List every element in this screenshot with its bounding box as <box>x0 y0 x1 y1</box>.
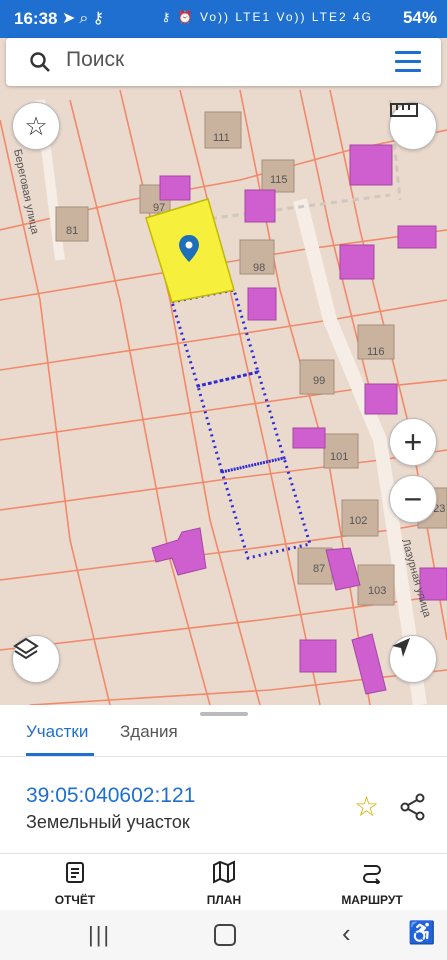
minus-icon: − <box>403 481 423 517</box>
sim1-signal-icon: Vo)) LTE1 <box>200 10 272 24</box>
share-icon[interactable] <box>400 793 426 821</box>
system-icons: ⚷ ⏰ Vo)) LTE1 Vo)) LTE2 4G <box>162 10 373 24</box>
route-label: МАРШРУТ <box>341 893 403 907</box>
house-number-102: 102 <box>349 515 367 527</box>
plan-label: ПЛАН <box>206 893 242 907</box>
key-icon: ⚷ <box>161 10 173 24</box>
home-icon[interactable] <box>214 924 236 946</box>
sim2-signal-icon: Vo)) LTE2 4G <box>276 10 373 24</box>
building <box>159 175 191 201</box>
key-icon: ⚷ <box>92 10 109 27</box>
star-outline-icon: ☆ <box>24 110 48 141</box>
search-input[interactable]: Поиск <box>66 48 124 72</box>
parcel-type: Земельный участок <box>26 812 190 832</box>
building <box>397 225 437 249</box>
house-number-99: 99 <box>313 375 325 387</box>
building <box>349 144 393 186</box>
layers-button[interactable] <box>12 635 60 683</box>
building <box>244 189 276 223</box>
house-number-81: 81 <box>66 225 78 237</box>
notification-icons: ➤⌕⚷ <box>62 8 108 28</box>
map-canvas: 111 115 97 81 98 116 99 101 102 123 87 1… <box>0 89 447 705</box>
route-icon <box>363 865 381 886</box>
building <box>151 527 207 576</box>
report-icon <box>66 862 84 883</box>
plan-button[interactable]: ПЛАН <box>174 860 274 907</box>
zoom-in-button[interactable]: + <box>389 418 437 466</box>
status-bar: 16:38 ➤⌕⚷ ⚷ ⏰ Vo)) LTE1 Vo)) LTE2 4G 54% <box>0 0 447 38</box>
favorite-map-button[interactable]: ☆ <box>12 102 60 150</box>
house-number-87: 87 <box>313 563 325 575</box>
route-button[interactable]: МАРШРУТ <box>322 860 422 907</box>
house-number-103: 103 <box>368 585 386 597</box>
hamburger-menu-icon[interactable] <box>395 51 421 73</box>
search-bar: Поиск <box>6 38 441 86</box>
ruler-icon <box>390 103 418 117</box>
action-bar: ОТЧЁТ ПЛАН МАРШРУТ <box>0 860 447 908</box>
tab-parcels[interactable]: Участки <box>26 722 88 742</box>
house-number-101: 101 <box>330 451 348 463</box>
telegram-icon: ➤ <box>62 10 80 27</box>
layers-icon <box>13 637 39 660</box>
house-number-111: 111 <box>213 132 230 144</box>
alarm-icon: ⏰ <box>177 10 195 24</box>
cadastral-number[interactable]: 39:05:040602:121 <box>26 784 195 808</box>
cadastral-map[interactable]: 111 115 97 81 98 116 99 101 102 123 87 1… <box>0 38 447 705</box>
house-number-98: 98 <box>253 262 265 274</box>
building <box>351 633 387 695</box>
search-icon: ⌕ <box>79 10 93 27</box>
house-number-115: 115 <box>270 174 288 186</box>
status-time: 16:38 <box>14 9 58 28</box>
map-plan-icon <box>213 860 235 884</box>
tabs-divider <box>0 756 447 757</box>
building <box>247 287 277 321</box>
plus-icon: + <box>403 424 423 460</box>
building <box>364 383 398 415</box>
search-icon[interactable] <box>28 50 52 74</box>
recent-apps-icon[interactable]: ||| <box>88 922 111 948</box>
accessibility-icon[interactable]: ♿ <box>408 920 435 946</box>
actions-divider <box>0 853 447 854</box>
my-location-button[interactable] <box>389 635 437 683</box>
zoom-out-button[interactable]: − <box>389 475 437 523</box>
report-button[interactable]: ОТЧЁТ <box>25 860 125 907</box>
sheet-drag-handle[interactable] <box>200 712 248 716</box>
dotted-parcel <box>196 370 286 474</box>
building <box>339 244 375 280</box>
favorite-star-icon[interactable]: ☆ <box>354 790 379 823</box>
house-number-116: 116 <box>367 346 385 358</box>
building <box>299 639 337 673</box>
building <box>292 427 326 449</box>
battery-percent: 54% <box>402 8 437 27</box>
ruler-button[interactable] <box>389 102 437 150</box>
report-label: ОТЧЁТ <box>54 893 96 907</box>
system-navigation-bar: ||| ‹ ♿ <box>0 910 447 960</box>
back-icon[interactable]: ‹ <box>342 918 351 949</box>
navigation-arrow-icon <box>392 638 410 657</box>
tab-buildings[interactable]: Здания <box>120 722 178 742</box>
